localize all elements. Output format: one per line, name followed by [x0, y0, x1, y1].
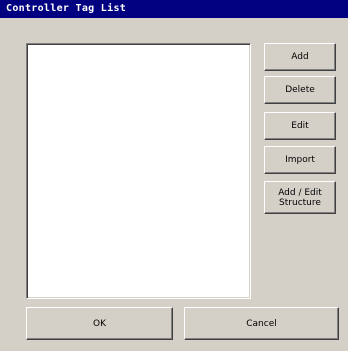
- add-edit-structure-button[interactable]: Add / Edit Structure: [264, 181, 336, 214]
- edit-button[interactable]: Edit: [264, 112, 336, 140]
- cancel-button[interactable]: Cancel: [184, 307, 339, 340]
- ok-button[interactable]: OK: [26, 307, 173, 340]
- delete-button[interactable]: Delete: [264, 76, 336, 104]
- add-button[interactable]: Add: [264, 43, 336, 71]
- import-button[interactable]: Import: [264, 146, 336, 174]
- window-title: Controller Tag List: [0, 0, 348, 18]
- controller-tag-list-dialog: Controller Tag List Add Delete Edit Impo…: [0, 0, 348, 351]
- tag-list-box[interactable]: [26, 43, 251, 299]
